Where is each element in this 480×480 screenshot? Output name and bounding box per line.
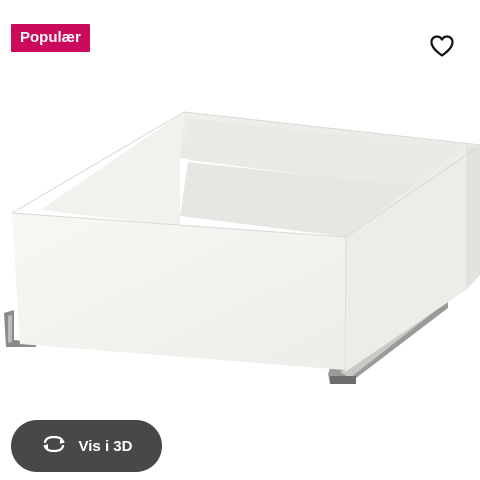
favorite-button[interactable] (426, 32, 458, 64)
view-in-3d-label: Vis i 3D (78, 437, 133, 455)
view-in-3d-button[interactable]: Vis i 3D (11, 420, 162, 472)
heart-icon (430, 34, 454, 62)
rotate-arrows-icon (41, 434, 67, 459)
product-image (0, 90, 480, 400)
popular-badge: Populær (11, 24, 90, 52)
